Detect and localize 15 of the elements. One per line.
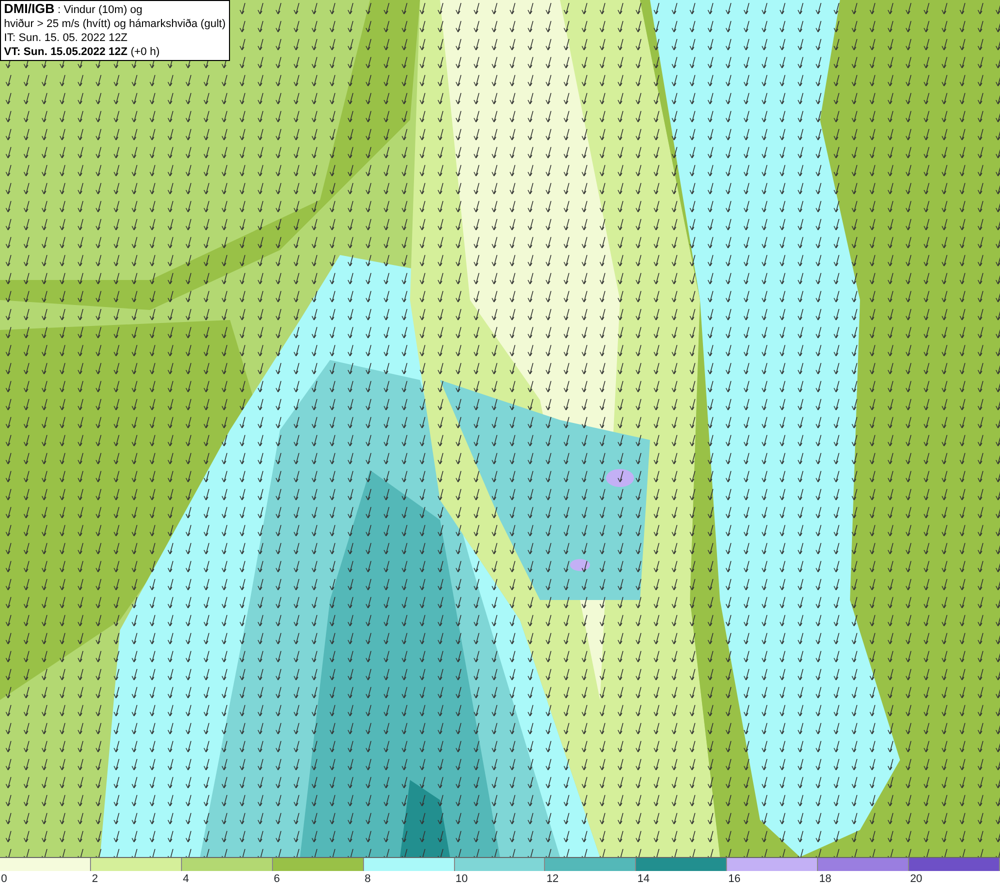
legend-tick-label: 14 <box>637 872 650 887</box>
info-line: VT: Sun. 15.05.2022 12Z (+0 h) <box>4 45 161 59</box>
legend-tick-label: 2 <box>92 872 98 887</box>
legend-tick-label: 20 <box>910 872 922 887</box>
info-line: DMI/IGB : Vindur (10m) og <box>4 2 144 17</box>
legend-tick-label: 4 <box>182 872 189 887</box>
legend-tick-label: 6 <box>274 872 280 887</box>
legend-tick-label: 18 <box>819 872 832 887</box>
legend-tick-label: 8 <box>364 872 371 887</box>
info-line: IT: Sun. 15. 05. 2022 12Z <box>4 31 129 45</box>
legend-tick-label: 10 <box>456 872 468 887</box>
legend-tick-label: 16 <box>728 872 740 887</box>
legend-tick-label: 0 <box>1 872 8 887</box>
legend-tick-label: 12 <box>546 872 559 887</box>
info-line: hviður > 25 m/s (hvítt) og hámarkshviða (gult) <box>4 17 226 31</box>
